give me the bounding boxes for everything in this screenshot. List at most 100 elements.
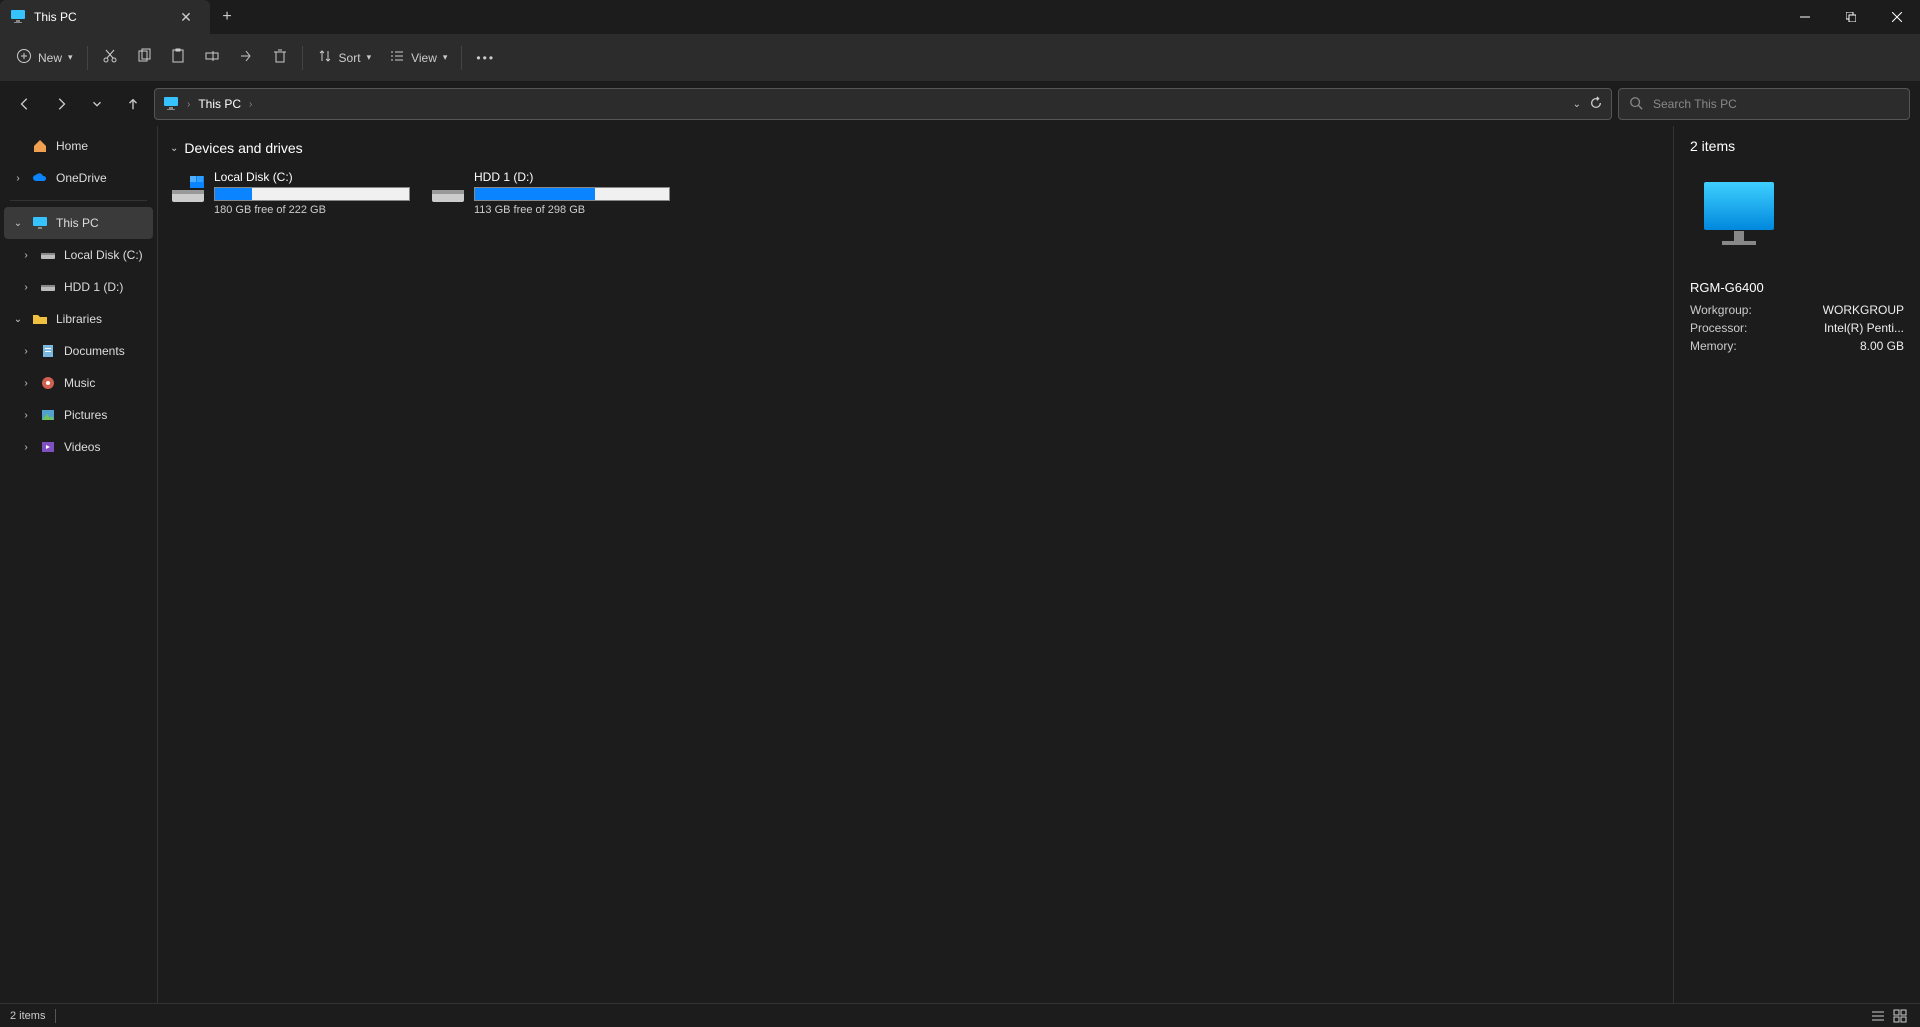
navigation-pane: Home › OneDrive ⌄ This PC › Local Disk (… [0,126,158,1003]
drive-icon [40,279,56,295]
drive-usage-bar [214,187,410,201]
new-tab-button[interactable]: + [210,8,244,26]
sidebar-item-libraries[interactable]: ⌄ Libraries [4,303,153,335]
cut-icon [102,48,118,67]
new-label: New [38,51,62,65]
refresh-button[interactable] [1589,96,1603,113]
chevron-down-icon[interactable]: ⌄ [12,218,24,229]
detail-label: Memory: [1690,337,1737,355]
content-area[interactable]: ⌄ Devices and drives Local Disk (C:) 180… [158,126,1673,1003]
rename-icon [204,48,220,67]
monitor-icon [163,95,179,114]
chevron-right-icon[interactable]: › [20,378,32,389]
chevron-down-icon[interactable]: ⌄ [1573,99,1581,110]
group-header-devices[interactable]: ⌄ Devices and drives [164,136,1667,160]
up-button[interactable] [118,89,148,119]
chevron-right-icon[interactable]: › [20,282,32,293]
view-icon [389,48,405,67]
minimize-button[interactable] [1782,0,1828,34]
tiles-view-button[interactable] [1890,1007,1910,1025]
sidebar-item-pictures[interactable]: › Pictures [4,399,153,431]
pictures-icon [40,407,56,423]
chevron-down-icon: ▾ [68,52,73,63]
chevron-right-icon[interactable]: › [20,346,32,357]
plus-circle-icon [16,48,32,67]
toolbar-separator [302,46,303,70]
sidebar-item-music[interactable]: › Music [4,367,153,399]
tab-title: This PC [34,10,164,24]
status-bar: 2 items [0,1003,1920,1027]
chevron-down-icon[interactable]: ⌄ [12,314,24,325]
sidebar-separator [10,200,147,201]
details-header: 2 items [1690,138,1904,154]
more-button[interactable]: ••• [468,41,503,75]
delete-button[interactable] [264,41,296,75]
sort-label: Sort [339,51,361,65]
cut-button[interactable] [94,41,126,75]
tab-this-pc[interactable]: This PC ✕ [0,0,210,34]
toolbar-separator [461,46,462,70]
view-button[interactable]: View ▾ [381,41,455,75]
drive-free-text: 180 GB free of 222 GB [214,204,410,216]
drive-free-text: 113 GB free of 298 GB [474,204,670,216]
cloud-icon [32,170,48,186]
group-title: Devices and drives [184,140,302,156]
sidebar-item-onedrive[interactable]: › OneDrive [4,162,153,194]
chevron-right-icon[interactable]: › [20,250,32,261]
sidebar-label: Documents [64,344,125,358]
detail-value: Intel(R) Penti... [1824,319,1904,337]
search-input[interactable] [1653,97,1899,111]
recent-button[interactable] [82,89,112,119]
drive-name: HDD 1 (D:) [474,170,670,184]
chevron-right-icon: › [187,99,190,110]
toolbar-separator [87,46,88,70]
copy-button[interactable] [128,41,160,75]
chevron-right-icon[interactable]: › [20,442,32,453]
drive-name: Local Disk (C:) [214,170,410,184]
drive-c-icon [170,172,206,208]
forward-button[interactable] [46,89,76,119]
copy-icon [136,48,152,67]
sidebar-item-videos[interactable]: › Videos [4,431,153,463]
title-bar: This PC ✕ + [0,0,1920,34]
sidebar-item-local-disk[interactable]: › Local Disk (C:) [4,239,153,271]
chevron-right-icon[interactable]: › [12,173,24,184]
computer-name: RGM-G6400 [1690,280,1904,295]
address-bar[interactable]: › This PC › ⌄ [154,88,1612,120]
chevron-down-icon: ⌄ [170,143,178,154]
sidebar-item-this-pc[interactable]: ⌄ This PC [4,207,153,239]
details-row-memory: Memory: 8.00 GB [1690,337,1904,355]
paste-button[interactable] [162,41,194,75]
sidebar-item-documents[interactable]: › Documents [4,335,153,367]
close-window-button[interactable] [1874,0,1920,34]
details-pane: 2 items RGM-G6400 Workgroup: WORKGROUP P… [1673,126,1920,1003]
sort-icon [317,48,333,67]
sidebar-label: HDD 1 (D:) [64,280,123,294]
new-button[interactable]: New ▾ [8,41,81,75]
maximize-button[interactable] [1828,0,1874,34]
back-button[interactable] [10,89,40,119]
sidebar-item-home[interactable]: Home [4,130,153,162]
close-tab-button[interactable]: ✕ [172,9,200,26]
navigation-bar: › This PC › ⌄ [0,82,1920,126]
drive-item[interactable]: Local Disk (C:) 180 GB free of 222 GB [166,166,414,220]
details-view-button[interactable] [1868,1007,1888,1025]
sidebar-label: Home [56,139,88,153]
share-button[interactable] [230,41,262,75]
chevron-right-icon[interactable]: › [20,410,32,421]
videos-icon [40,439,56,455]
details-row-workgroup: Workgroup: WORKGROUP [1690,301,1904,319]
sort-button[interactable]: Sort ▾ [309,41,380,75]
breadcrumb-item[interactable]: This PC [198,97,241,111]
search-box[interactable] [1618,88,1910,120]
status-separator [55,1009,56,1023]
monitor-large-icon [1694,174,1784,264]
status-text: 2 items [10,1010,45,1022]
rename-button[interactable] [196,41,228,75]
share-icon [238,48,254,67]
detail-value: 8.00 GB [1860,337,1904,355]
drive-usage-bar [474,187,670,201]
sidebar-item-hdd1[interactable]: › HDD 1 (D:) [4,271,153,303]
more-icon: ••• [476,51,495,65]
drive-item[interactable]: HDD 1 (D:) 113 GB free of 298 GB [426,166,674,220]
